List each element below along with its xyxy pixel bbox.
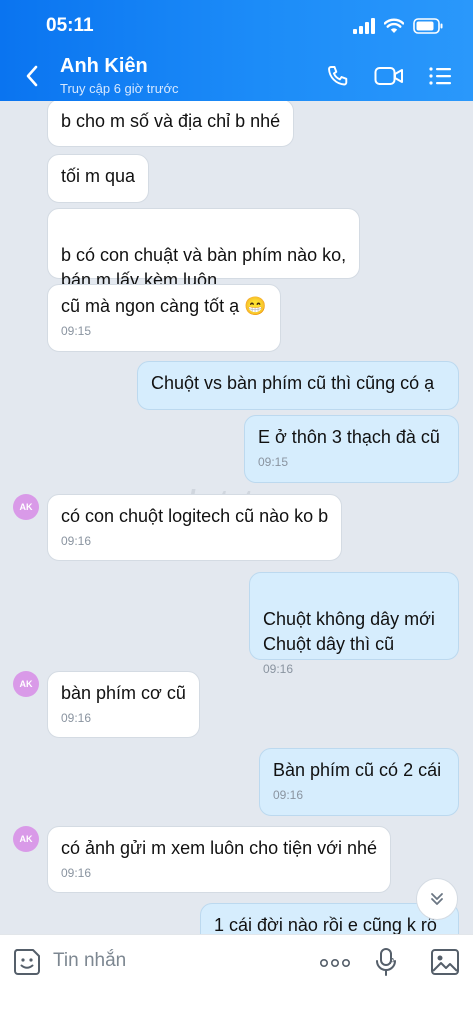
- list-icon: [429, 67, 451, 85]
- message-bubble[interactable]: tối m qua: [47, 154, 150, 203]
- message-bubble[interactable]: E ở thôn 3 thạch đà cũ 09:15: [244, 415, 459, 483]
- message-bubble[interactable]: có con chuột logitech cũ nào ko b 09:16: [47, 494, 343, 561]
- message-bubble[interactable]: b có con chuật và bàn phím nào ko, bán m…: [47, 208, 361, 290]
- contact-name[interactable]: Anh Kiên: [60, 55, 148, 78]
- wifi-icon: [384, 18, 404, 33]
- message-text: tối m qua: [61, 166, 136, 186]
- message-time: 09:15: [258, 455, 289, 469]
- contact-last-seen: Truy cập 6 giờ trước: [60, 81, 179, 96]
- voice-input-button[interactable]: A: [372, 947, 400, 977]
- message-text: cũ mà ngon càng tốt ạ 😁: [61, 296, 267, 316]
- message-time: 09:16: [61, 866, 92, 880]
- image-icon: [431, 949, 459, 975]
- svg-text:A: A: [390, 957, 396, 966]
- message-bubble[interactable]: b cho m số và địa chỉ b nhé: [47, 101, 295, 147]
- message-text: có con chuột logitech cũ nào ko b: [61, 506, 329, 526]
- image-picker-button[interactable]: [430, 947, 460, 977]
- avatar[interactable]: AK: [13, 826, 39, 852]
- sticker-icon: [14, 949, 40, 975]
- message-list[interactable]: nhatot b cho m số và địa chỉ b nhé tối m…: [0, 101, 473, 934]
- video-call-button[interactable]: [372, 62, 406, 90]
- message-text: bàn phím cơ cũ: [61, 683, 186, 703]
- message-bubble[interactable]: bàn phím cơ cũ 09:16: [47, 671, 200, 738]
- message-time: 09:16: [273, 788, 304, 802]
- microphone-icon: A: [376, 948, 396, 976]
- message-text: b cho m số và địa chỉ b nhé: [61, 111, 281, 131]
- message-time: 09:16: [61, 534, 92, 548]
- status-icons: [353, 16, 443, 36]
- signal-icon: [353, 18, 375, 34]
- more-dots-icon: [319, 958, 350, 968]
- back-button[interactable]: [18, 62, 46, 90]
- message-bubble[interactable]: Chuột vs bàn phím cũ thì cũng có ạ: [137, 361, 459, 410]
- chevron-left-icon: [26, 65, 38, 87]
- message-text: Chuột vs bàn phím cũ thì cũng có ạ: [151, 373, 435, 393]
- status-time: 05:11: [46, 15, 94, 36]
- message-text: Bàn phím cũ có 2 cái: [273, 760, 442, 780]
- sticker-button[interactable]: [12, 947, 42, 977]
- message-bubble[interactable]: có ảnh gửi m xem luôn cho tiện với nhé 0…: [47, 826, 392, 893]
- message-bubble[interactable]: Chuột không dây mới Chuột dây thì cũ 09:…: [249, 572, 459, 676]
- message-time: 09:16: [61, 711, 92, 725]
- battery-icon: [413, 18, 443, 34]
- message-time: 09:15: [61, 324, 92, 338]
- message-bubble[interactable]: Bàn phím cũ có 2 cái 09:16: [259, 748, 459, 816]
- chat-options-button[interactable]: [425, 62, 455, 90]
- video-camera-icon: [374, 67, 403, 85]
- message-text: Chuột không dây mới Chuột dây thì cũ: [263, 609, 435, 654]
- chat-header: 05:11 Anh Kiên Truy cập 6 giờ trước: [0, 0, 473, 101]
- message-time: 09:16: [263, 662, 294, 676]
- more-options-button[interactable]: [318, 949, 352, 977]
- scroll-to-bottom-button[interactable]: [416, 878, 458, 920]
- message-text: có ảnh gửi m xem luôn cho tiện với nhé: [61, 838, 378, 858]
- avatar[interactable]: AK: [13, 671, 39, 697]
- message-bubble[interactable]: cũ mà ngon càng tốt ạ 😁 09:15: [47, 284, 281, 352]
- message-text: E ở thôn 3 thạch đà cũ: [258, 427, 440, 447]
- message-input[interactable]: Tin nhắn: [53, 950, 126, 972]
- message-text: 1 cái đời nào rồi e cũng k rõ: [214, 915, 437, 934]
- avatar[interactable]: AK: [13, 494, 39, 520]
- call-button[interactable]: [323, 62, 353, 90]
- phone-icon: [328, 66, 348, 86]
- message-composer: Tin nhắn A: [0, 934, 473, 1024]
- double-chevron-down-icon: [431, 893, 443, 905]
